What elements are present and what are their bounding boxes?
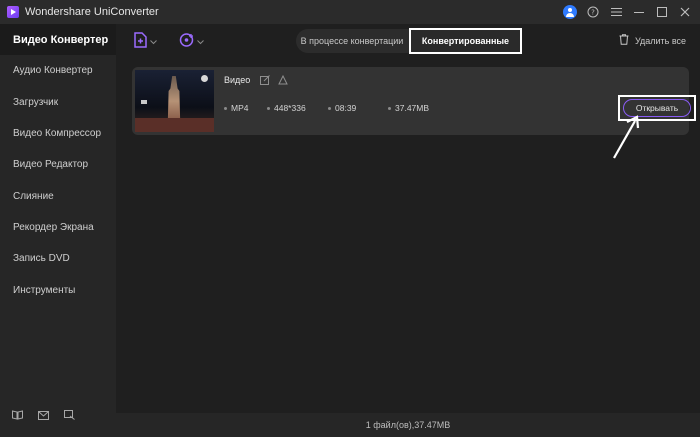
app-logo-icon [7,6,19,18]
feedback-icon[interactable] [63,409,75,421]
sidebar-bottom-icons [11,409,75,421]
minimize-icon[interactable] [632,5,646,19]
sidebar-item-label: Запись DVD [13,253,70,265]
thumbnail-wall-shape [135,118,214,132]
user-icon [563,5,577,19]
sidebar-item-label: Видео Конвертер [13,33,109,46]
sidebar-item-video-compressor[interactable]: Видео Компрессор [0,118,116,149]
title-bar: Wondershare UniConverter ? [0,0,700,24]
file-name: Видео [224,75,251,85]
sidebar-item-screen-recorder[interactable]: Рекордер Экрана [0,212,116,243]
file-size: 37.47MB [388,103,429,113]
sidebar-item-video-converter[interactable]: Видео Конвертер [0,24,116,56]
file-resolution-value: 448*336 [274,103,306,113]
file-duration-value: 08:39 [335,103,357,113]
window-controls: ? [563,0,692,24]
sidebar-item-merge[interactable]: Слияние [0,180,116,211]
bullet-dot [328,106,331,110]
sidebar-item-label: Видео Редактор [13,159,89,171]
file-size-value: 37.47MB [395,103,430,113]
file-format-value: MP4 [231,103,249,113]
sidebar: Видео Конвертер Аудио Конвертер Загрузчи… [0,24,116,437]
menu-icon[interactable] [609,5,623,19]
delete-all-label: Удалить все [634,35,686,46]
sidebar-item-video-editor[interactable]: Видео Редактор [0,149,116,180]
add-files-button[interactable] [134,31,157,53]
thumbnail-flag-shape [141,100,147,104]
file-duration: 08:39 [328,103,356,113]
tab-converted[interactable]: Конвертированные [409,28,522,54]
video-thumbnail[interactable] [135,70,214,132]
delete-all-button[interactable]: Удалить все [619,34,686,47]
edit-icon[interactable] [260,75,271,86]
sidebar-item-label: Загрузчик [13,96,59,108]
toolbar: В процессе конвертации Конвертированные … [116,24,700,60]
sidebar-item-toolbox[interactable]: Инструменты [0,274,116,305]
thumbnail-badge-icon [201,75,208,82]
help-icon[interactable]: ? [586,5,600,19]
file-card[interactable]: Видео MP4 448*336 08:39 37.47MB Открыват… [132,67,696,135]
load-dvd-button[interactable] [179,32,204,53]
tab-label: В процессе конвертации [300,36,404,46]
bullet-dot [224,106,227,110]
chevron-down-icon [197,38,204,47]
sidebar-item-audio-converter[interactable]: Аудио Конвертер [0,55,116,86]
maximize-icon[interactable] [655,5,669,19]
status-text: 1 файл(ов),37.47MB [365,420,451,430]
tab-in-progress[interactable]: В процессе конвертации [298,29,406,53]
tab-label: Конвертированные [421,36,510,46]
open-button-label: Открывать [635,103,679,113]
sidebar-item-label: Аудио Конвертер [13,65,93,77]
mail-icon[interactable] [37,409,49,421]
chevron-down-icon [150,38,157,47]
disc-add-icon [179,32,195,53]
sidebar-item-dvd-burner[interactable]: Запись DVD [0,243,116,274]
pointer-arrow-icon [613,115,640,159]
account-button[interactable] [563,5,577,19]
bullet-dot [267,106,270,110]
sidebar-item-label: Инструменты [13,284,76,296]
svg-text:?: ? [591,9,595,17]
main-content: Видео MP4 448*336 08:39 37.47MB Открыват… [116,60,700,413]
book-icon[interactable] [11,409,23,421]
status-bar: 1 файл(ов),37.47MB [116,413,700,437]
sidebar-item-label: Слияние [13,190,54,202]
add-file-icon [134,31,148,53]
file-format: MP4 [224,103,248,113]
file-resolution: 448*336 [267,103,306,113]
sidebar-item-label: Видео Компрессор [13,128,102,140]
trash-icon [619,34,629,47]
bullet-dot [388,106,391,110]
conversion-tabs: В процессе конвертации Конвертированные [296,28,522,54]
close-icon[interactable] [678,5,692,19]
sidebar-item-label: Рекордер Экрана [13,221,94,233]
sidebar-item-downloader[interactable]: Загрузчик [0,87,116,118]
app-title: Wondershare UniConverter [25,6,159,18]
share-icon[interactable] [278,74,289,86]
